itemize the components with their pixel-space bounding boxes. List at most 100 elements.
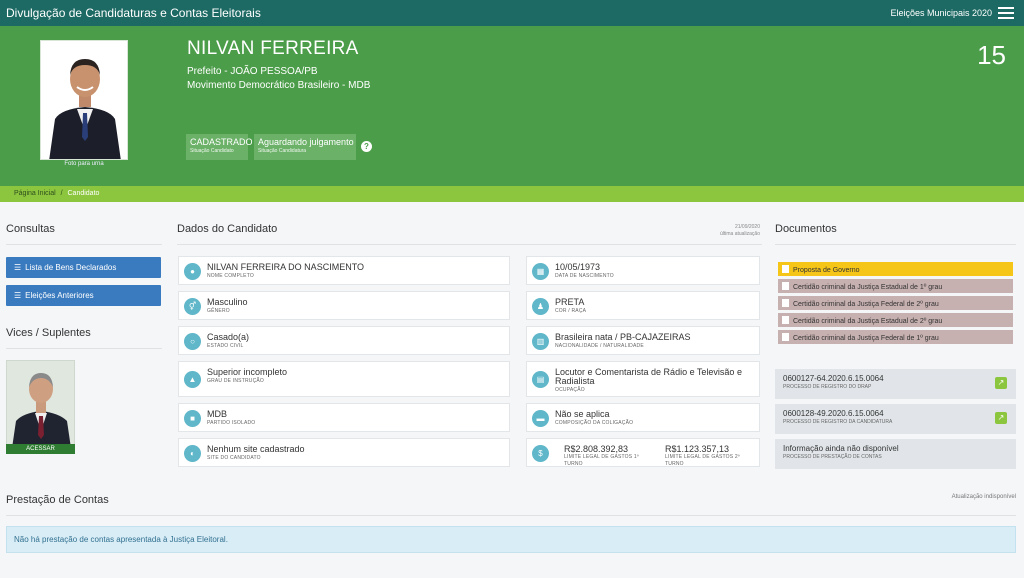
field-label: PARTIDO ISOLADO xyxy=(207,420,256,426)
status-label: Situação Candidato xyxy=(190,148,234,154)
document-link[interactable]: Certidão criminal da Justiça Federal de … xyxy=(778,330,1013,344)
field-label: COR / RAÇA xyxy=(555,308,587,314)
document-label: Certidão criminal da Justiça Estadual de… xyxy=(793,318,943,325)
field-value: 10/05/1973 xyxy=(555,262,601,272)
candidate-header: Foto para urna NILVAN FERREIRA Prefeito … xyxy=(0,26,1024,186)
field-label: NOME COMPLETO xyxy=(207,273,254,279)
list-icon: ☰ xyxy=(14,263,22,272)
process-number: Informação ainda não disponível xyxy=(783,444,899,453)
top-bar: Divulgação de Candidaturas e Contas Elei… xyxy=(0,0,1024,26)
field-full-name: ● NILVAN FERREIRA DO NASCIMENTO NOME COM… xyxy=(178,256,510,285)
field-value: Casado(a) xyxy=(207,332,250,342)
field-value: Nenhum site cadastrado xyxy=(207,444,305,454)
document-link[interactable]: Certidão criminal da Justiça Estadual de… xyxy=(778,279,1013,293)
field-spending-limits: $ R$2.808.392,83 LIMITE LEGAL DE GASTOS … xyxy=(526,438,760,467)
candidate-name: NILVAN FERREIRA xyxy=(187,38,359,59)
help-icon[interactable]: ? xyxy=(361,141,372,152)
breadcrumb-home[interactable]: Página Inicial xyxy=(14,190,56,197)
person-icon: ♟ xyxy=(532,298,549,315)
update-label: última atualização xyxy=(719,231,760,237)
process-number: 0600128-49.2020.6.15.0064 xyxy=(783,409,884,418)
user-icon: ● xyxy=(184,263,201,280)
divider xyxy=(775,244,1016,245)
field-label: ESTADO CIVIL xyxy=(207,343,244,349)
access-vice-button[interactable]: ACESSAR xyxy=(6,444,75,454)
status-badge-candidacy: Aguardando julgamento Situação Candidatu… xyxy=(254,134,356,160)
field-value: Superior incompleto xyxy=(207,367,288,377)
group-icon: ■ xyxy=(184,410,201,427)
drap-process[interactable]: 0600127-64.2020.6.15.0064 PROCESSO DE RE… xyxy=(775,369,1016,399)
field-civil-status: ○ Casado(a) ESTADO CIVIL xyxy=(178,326,510,355)
external-link-icon[interactable]: ↗ xyxy=(995,377,1007,389)
field-label: GÊNERO xyxy=(207,308,230,314)
field-value: R$2.808.392,83 xyxy=(564,444,629,454)
divider xyxy=(6,348,162,349)
document-link[interactable]: Certidão criminal da Justiça Federal de … xyxy=(778,296,1013,310)
field-coalition: ▬ Não se aplica COMPOSIÇÃO DA COLIGAÇÃO xyxy=(526,403,760,432)
field-value: R$1.123.357,13 xyxy=(665,444,730,454)
accounts-process: Informação ainda não disponível PROCESSO… xyxy=(775,439,1016,469)
status-badge-candidate: CADASTRADO Situação Candidato xyxy=(186,134,253,160)
candidacy-process[interactable]: 0600128-49.2020.6.15.0064 PROCESSO DE RE… xyxy=(775,404,1016,434)
field-value: PRETA xyxy=(555,297,585,307)
document-link[interactable]: Proposta de Governo xyxy=(778,262,1013,276)
prestacao-title: Prestação de Contas xyxy=(6,494,109,506)
candidate-number: 15 xyxy=(977,40,1006,70)
document-icon xyxy=(782,316,789,324)
field-value: Brasileira nata / PB-CAJAZEIRAS xyxy=(555,332,691,342)
field-value: MDB xyxy=(207,409,227,419)
field-website: ◐ Nenhum site cadastrado SITE DO CANDIDA… xyxy=(178,438,510,467)
ring-icon: ○ xyxy=(184,333,201,350)
divider xyxy=(177,244,762,245)
field-label: COMPOSIÇÃO DA COLIGAÇÃO xyxy=(555,420,634,426)
field-occupation: ▤ Locutor e Comentarista de Rádio e Tele… xyxy=(526,361,760,397)
field-birthdate: ▦ 10/05/1973 DATA DE NASCIMENTO xyxy=(526,256,760,285)
document-label: Certidão criminal da Justiça Estadual de… xyxy=(793,284,943,291)
previous-elections-button[interactable]: ☰ Eleições Anteriores xyxy=(6,285,161,306)
status-label: Situação Candidatura xyxy=(258,148,307,154)
field-gender: ⚥ Masculino GÊNERO xyxy=(178,291,510,320)
documentos-title: Documentos xyxy=(775,223,837,235)
field-value: Não se aplica xyxy=(555,409,610,419)
divider xyxy=(6,515,1016,516)
process-label: PROCESSO DE PRESTAÇÃO DE CONTAS xyxy=(783,454,882,460)
hamburger-menu-icon[interactable] xyxy=(998,7,1014,19)
button-label: Lista de Bens Declarados xyxy=(25,263,117,272)
graduation-cap-icon: ▲ xyxy=(184,371,201,388)
document-link[interactable]: Certidão criminal da Justiça Estadual de… xyxy=(778,313,1013,327)
process-label: PROCESSO DE REGISTRO DO DRAP xyxy=(783,384,872,390)
vice-photo[interactable] xyxy=(6,360,75,454)
field-label: LIMITE LEGAL DE GASTOS 1º xyxy=(564,454,639,460)
process-label: PROCESSO DE REGISTRO DA CANDIDATURA xyxy=(783,419,893,425)
globe-icon: ◐ xyxy=(184,445,201,462)
candidate-office: Prefeito - JOÃO PESSOA/PB xyxy=(187,66,318,77)
list-assets-button[interactable]: ☰ Lista de Bens Declarados xyxy=(6,257,161,278)
field-label: OCUPAÇÃO xyxy=(555,387,585,393)
dollar-icon: $ xyxy=(532,445,549,462)
field-value: NILVAN FERREIRA DO NASCIMENTO xyxy=(207,262,365,272)
briefcase-icon: ▤ xyxy=(532,371,549,388)
breadcrumb-current: Candidato xyxy=(67,190,100,197)
button-label: Eleições Anteriores xyxy=(25,291,94,300)
external-link-icon[interactable]: ↗ xyxy=(995,412,1007,424)
photo-caption: Foto para urna xyxy=(64,161,104,167)
prestacao-message: Não há prestação de contas apresentada à… xyxy=(6,526,1016,553)
app-title[interactable]: Divulgação de Candidaturas e Contas Elei… xyxy=(6,6,261,20)
document-icon xyxy=(782,333,789,341)
field-label: TURNO xyxy=(564,461,583,467)
last-update: 21/09/2020 última atualização xyxy=(720,224,760,238)
folder-icon: ▬ xyxy=(532,410,549,427)
field-value: Masculino xyxy=(207,297,248,307)
prestacao-update: Atualização indisponível xyxy=(951,494,1016,500)
document-icon xyxy=(782,299,789,307)
process-number: 0600127-64.2020.6.15.0064 xyxy=(783,374,884,383)
divider xyxy=(6,244,162,245)
gender-icon: ⚥ xyxy=(184,298,201,315)
breadcrumb-separator: / xyxy=(60,190,63,197)
field-label: NACIONALIDADE / NATURALIDADE xyxy=(555,343,644,349)
field-label: GRAU DE INSTRUÇÃO xyxy=(207,378,265,384)
vices-title: Vices / Suplentes xyxy=(6,327,91,339)
field-label: DATA DE NASCIMENTO xyxy=(555,273,614,279)
status-value: CADASTRADO xyxy=(190,137,253,147)
update-date: 21/09/2020 xyxy=(734,224,760,230)
